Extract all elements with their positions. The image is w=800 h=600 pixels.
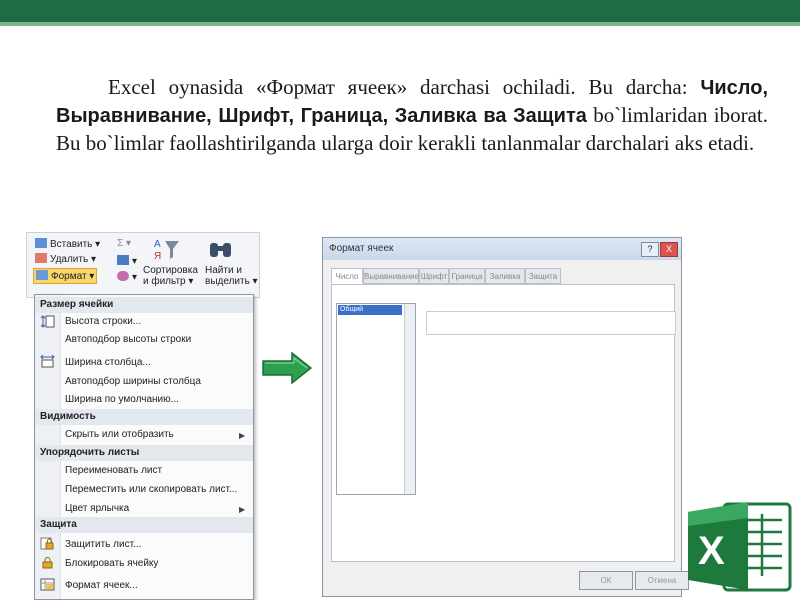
- format-cells-dialog: Формат ячеек ? X Число Выравнивание Шриф…: [322, 237, 689, 597]
- ok-button[interactable]: ОК: [579, 571, 633, 590]
- svg-text:А: А: [154, 239, 161, 250]
- insert-button[interactable]: Вставить ▾: [35, 238, 100, 250]
- format-cells-icon: [40, 578, 55, 591]
- binoculars-icon: [210, 243, 231, 257]
- submenu-arrow-icon: ▶: [239, 431, 246, 440]
- menu-item-move-copy-sheet[interactable]: Переместить или скопировать лист...: [65, 483, 237, 497]
- tab-protection[interactable]: Защита: [525, 268, 561, 284]
- tab-alignment[interactable]: Выравнивание: [363, 268, 419, 284]
- text-lead: Excel oynasida «Формат ячеек» darchasi o…: [108, 75, 688, 99]
- cancel-button[interactable]: Отмена: [635, 571, 689, 590]
- menu-item-hide-show[interactable]: Скрыть или отобразить: [65, 428, 174, 442]
- menu-item-row-height[interactable]: Высота строки...: [65, 315, 141, 329]
- format-dropdown-menu: Размер ячейки Высота строки... Автоподбо…: [34, 294, 254, 600]
- insert-icon: [35, 238, 47, 248]
- close-button[interactable]: X: [660, 242, 678, 257]
- slide-body-text: Excel oynasida «Формат ячеек» darchasi o…: [56, 74, 768, 157]
- find-select-button[interactable]: Найти и выделить ▾: [205, 265, 258, 287]
- menu-item-tab-color[interactable]: Цвет ярлычка: [65, 502, 129, 516]
- menu-section-cell-size: Размер ячейки: [35, 297, 253, 313]
- dialog-title: Формат ячеек: [323, 238, 681, 260]
- menu-item-lock-cell[interactable]: Блокировать ячейку: [65, 557, 158, 571]
- svg-text:Я: Я: [154, 251, 161, 261]
- list-scrollbar[interactable]: [404, 304, 415, 494]
- menu-item-rename-sheet[interactable]: Переименовать лист: [65, 464, 162, 478]
- fill-icon[interactable]: ▾: [117, 255, 137, 267]
- category-selected[interactable]: Общий: [338, 305, 402, 315]
- tab-border[interactable]: Граница: [449, 268, 485, 284]
- submenu-arrow-icon: ▶: [239, 505, 246, 514]
- sample-box: [426, 311, 676, 335]
- slide-top-stripe: [0, 22, 800, 26]
- delete-icon: [35, 253, 47, 263]
- delete-button[interactable]: Удалить ▾: [35, 253, 96, 265]
- sort-filter-icon: А Я: [154, 239, 179, 261]
- ribbon-cells-group: Вставить ▾ Удалить ▾ Формат ▾ Σ ▾ ▾ ▾ А …: [26, 232, 260, 298]
- menu-section-protection: Защита: [35, 517, 253, 533]
- row-height-icon: [40, 315, 55, 328]
- menu-item-default-width[interactable]: Ширина по умолчанию...: [65, 393, 179, 407]
- menu-item-format-cells[interactable]: Формат ячеек...: [65, 579, 138, 593]
- clear-icon[interactable]: ▾: [117, 271, 137, 283]
- tab-fill[interactable]: Заливка: [485, 268, 525, 284]
- slide-top-bar: [0, 0, 800, 22]
- category-list[interactable]: Общий: [336, 303, 416, 495]
- menu-item-autofit-column[interactable]: Автоподбор ширины столбца: [65, 375, 201, 389]
- protect-sheet-icon: [40, 537, 54, 550]
- column-width-icon: [40, 355, 55, 368]
- menu-section-visibility: Видимость: [35, 409, 253, 425]
- tab-number[interactable]: Число: [331, 268, 363, 284]
- format-icon: [36, 270, 48, 280]
- menu-item-column-width[interactable]: Ширина столбца...: [65, 356, 151, 370]
- excel-logo-icon: X: [688, 502, 792, 592]
- autosum-icon[interactable]: Σ ▾: [117, 238, 131, 249]
- dialog-panel-number: Общий: [331, 284, 676, 562]
- menu-item-autofit-row[interactable]: Автоподбор высоты строки: [65, 333, 191, 347]
- sort-filter-button[interactable]: Сортировка и фильтр ▾: [143, 265, 198, 287]
- menu-item-protect-sheet[interactable]: Защитить лист...: [65, 538, 141, 552]
- svg-text:X: X: [698, 529, 725, 573]
- tab-font[interactable]: Шрифт: [419, 268, 449, 284]
- format-button[interactable]: Формат ▾: [33, 268, 98, 284]
- green-arrow-icon: [262, 352, 312, 384]
- lock-icon: [42, 557, 53, 569]
- menu-section-organize-sheets: Упорядочить листы: [35, 445, 253, 461]
- help-button[interactable]: ?: [641, 242, 659, 257]
